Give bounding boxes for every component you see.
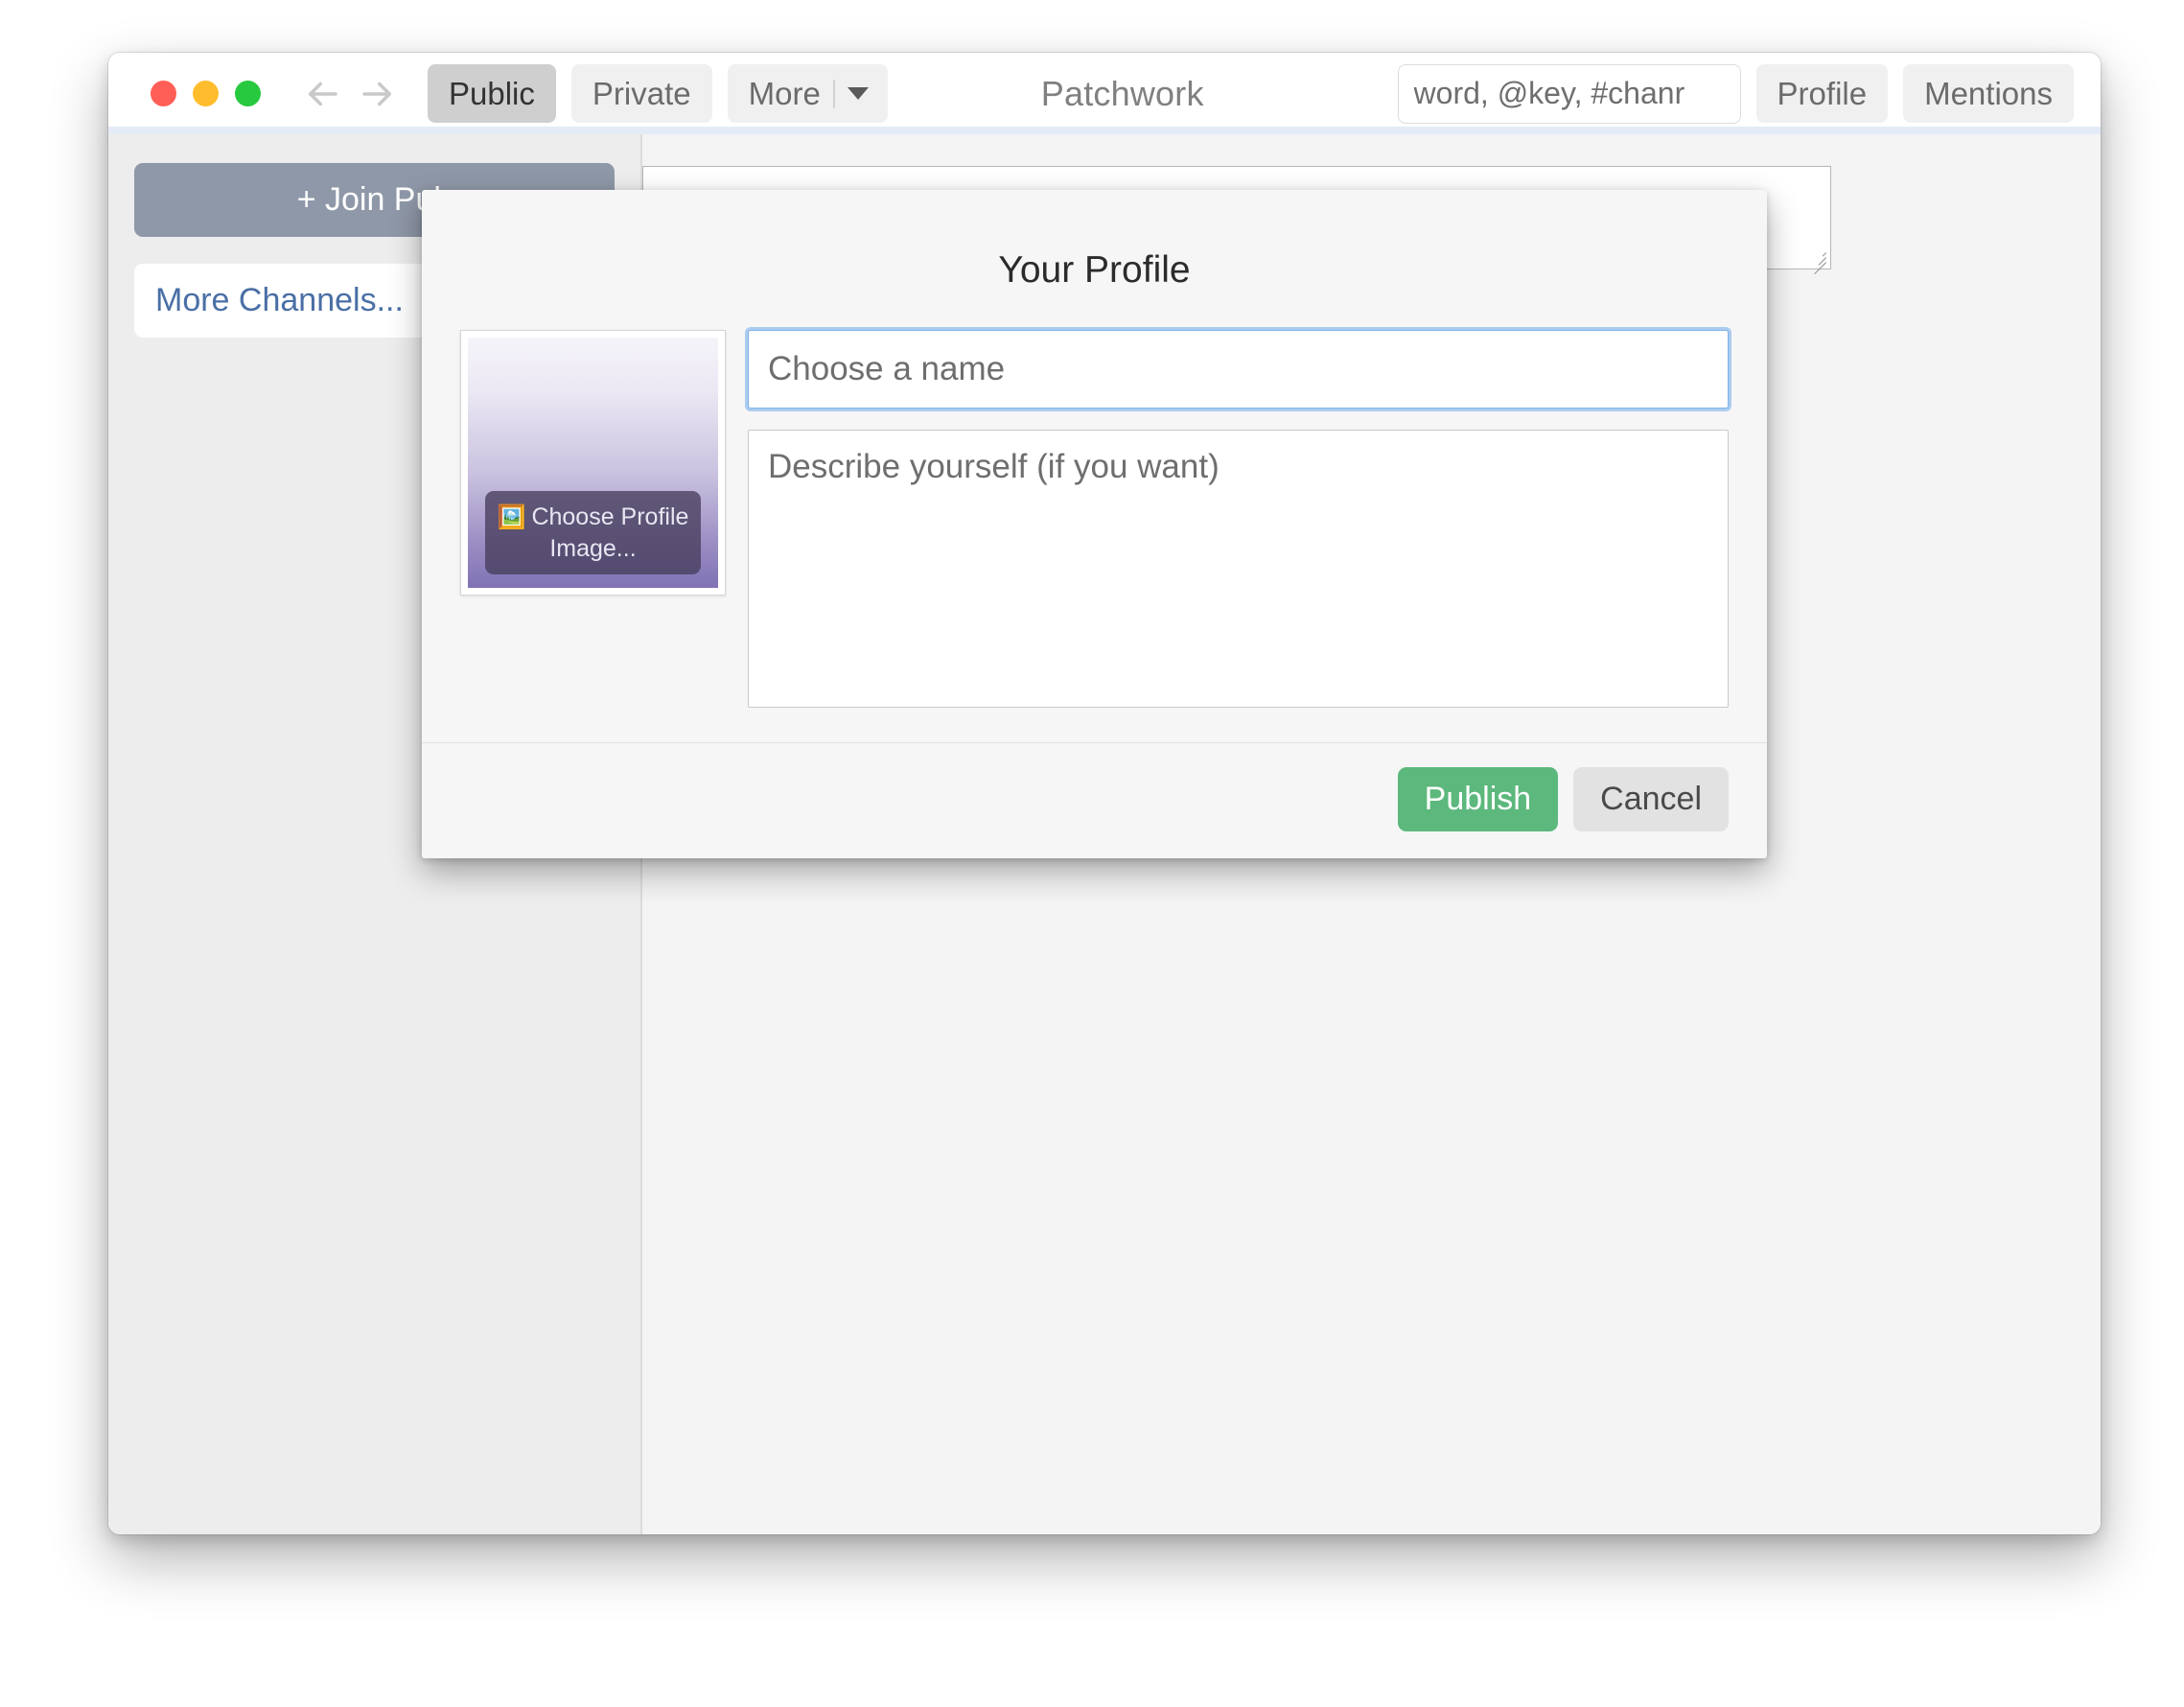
dialog-body: 🖼️ Choose Profile Image... [422, 292, 1767, 708]
window-body: + Join Pub More Channels... Your Profile [108, 134, 2101, 1534]
toolbar-tab-group: Public Private More [428, 63, 888, 124]
app-window: Public Private More Patchwork Profile Me… [108, 53, 2101, 1534]
profile-button[interactable]: Profile [1755, 63, 1889, 124]
more-label: More [748, 75, 821, 111]
window-toolbar: Public Private More Patchwork Profile Me… [108, 53, 2101, 134]
name-input[interactable] [748, 330, 1729, 409]
bio-textarea[interactable] [748, 430, 1729, 708]
chevron-down-icon[interactable] [847, 87, 869, 100]
app-title: Patchwork [1040, 73, 1204, 113]
close-window-button[interactable] [151, 81, 176, 106]
search-input[interactable] [1397, 63, 1741, 124]
toolbar-right-group: Profile Mentions [1397, 63, 2074, 124]
profile-dialog: Your Profile 🖼️Choose Profile Image... [422, 190, 1767, 859]
navigation-arrows [301, 73, 399, 115]
profile-fields [748, 330, 1729, 708]
avatar-picker[interactable]: 🖼️ Choose Profile Image... [460, 330, 726, 596]
tab-public[interactable]: Public [428, 63, 556, 124]
cancel-button[interactable]: Cancel [1573, 767, 1729, 832]
zoom-window-button[interactable] [235, 81, 261, 106]
publish-button[interactable]: Publish [1397, 767, 1559, 832]
dialog-footer: Publish Cancel [422, 742, 1767, 858]
more-dropdown-button[interactable]: More [727, 63, 888, 124]
tab-private[interactable]: Private [570, 63, 712, 124]
choose-profile-image-button[interactable]: 🖼️ Choose Profile Image... [485, 491, 701, 574]
picture-frame-icon: 🖼️ [497, 504, 526, 531]
desktop-background: Public Private More Patchwork Profile Me… [0, 0, 2184, 1707]
mentions-button[interactable]: Mentions [1903, 63, 2074, 124]
dialog-title: Your Profile [998, 249, 1191, 291]
traffic-lights [151, 81, 261, 106]
divider [832, 79, 835, 108]
back-arrow-icon[interactable] [301, 73, 343, 115]
choose-profile-image-label: Choose Profile Image... [531, 503, 689, 562]
avatar-image: 🖼️ Choose Profile Image... [468, 338, 718, 588]
resize-grip-icon[interactable] [1807, 246, 1826, 275]
minimize-window-button[interactable] [193, 81, 219, 106]
forward-arrow-icon[interactable] [357, 73, 399, 115]
